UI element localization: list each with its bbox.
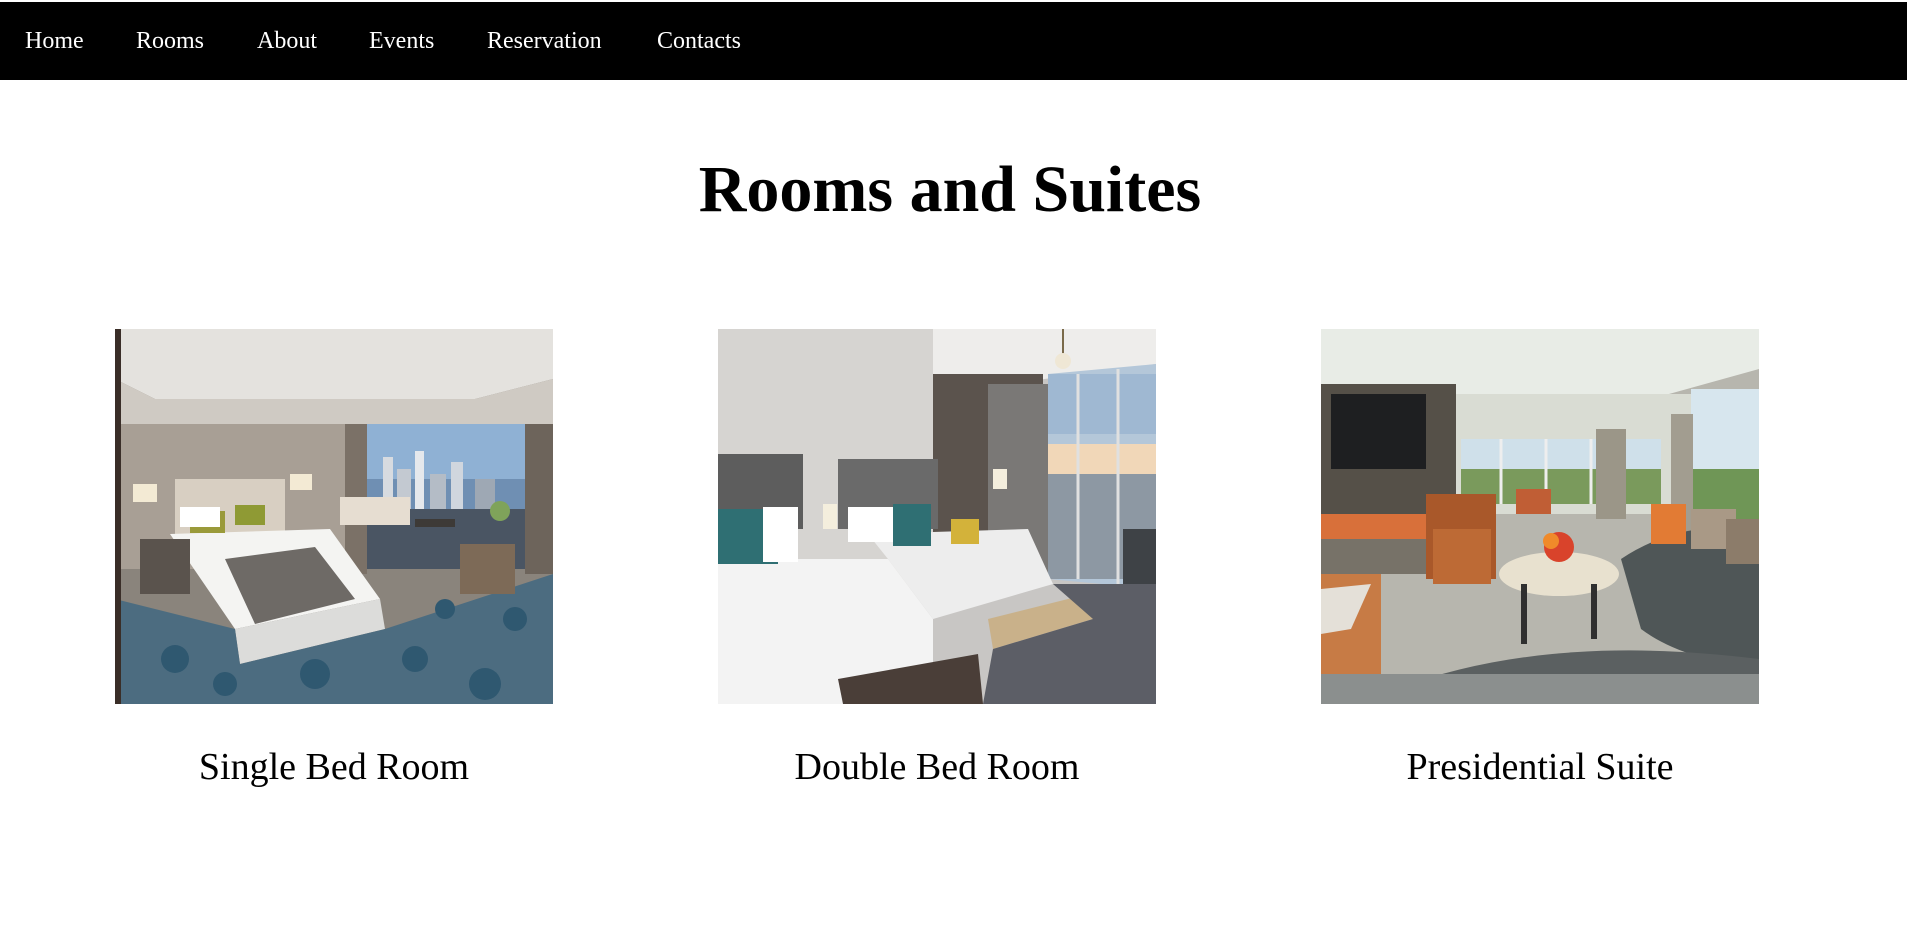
room-image-single[interactable] — [115, 329, 553, 704]
room-image-presidential[interactable] — [1321, 329, 1759, 704]
nav-link-rooms[interactable]: Rooms — [136, 26, 204, 56]
room-card-presidential: Presidential Suite — [1321, 329, 1759, 788]
nav-link-home[interactable]: Home — [25, 26, 84, 56]
room-name-single[interactable]: Single Bed Room — [115, 744, 553, 790]
room-card-double: Double Bed Room — [718, 329, 1156, 788]
top-navigation-bar: Home Rooms About Events Reservation Cont… — [0, 2, 1907, 80]
nav-link-reservation[interactable]: Reservation — [487, 26, 602, 56]
room-name-double[interactable]: Double Bed Room — [718, 744, 1156, 790]
page-title: Rooms and Suites — [698, 153, 1202, 226]
nav-link-events[interactable]: Events — [369, 26, 434, 56]
room-card-single: Single Bed Room — [115, 329, 553, 788]
room-name-presidential[interactable]: Presidential Suite — [1321, 744, 1759, 790]
nav-link-contacts[interactable]: Contacts — [657, 26, 741, 56]
nav-link-about[interactable]: About — [257, 26, 317, 56]
room-image-double[interactable] — [718, 329, 1156, 704]
